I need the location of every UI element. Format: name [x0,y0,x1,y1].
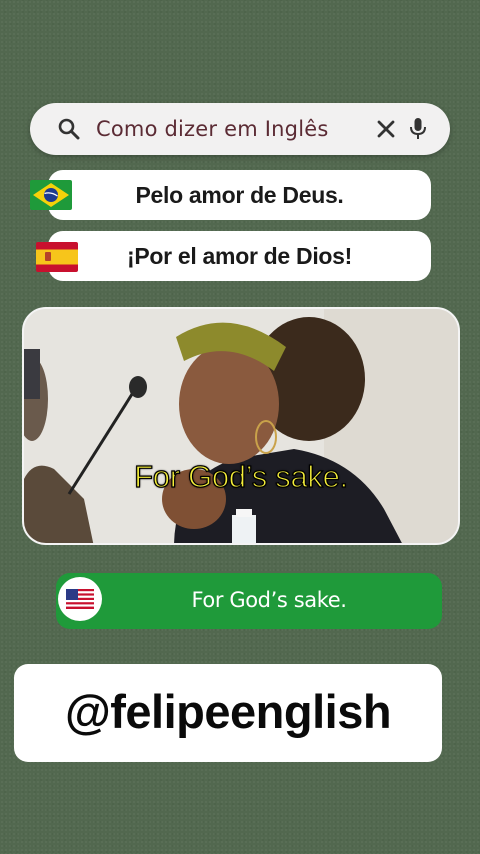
translation-portuguese: Pelo amor de Deus. [48,170,431,220]
app-screen: { "search": { "query": "Como dizer em In… [0,0,480,854]
microphone-icon[interactable] [408,117,428,141]
video-caption: For God’s sake. [134,458,349,494]
search-bar[interactable]: Como dizer em Inglês [30,103,450,155]
search-icon[interactable] [58,118,80,140]
translation-text: ¡Por el amor de Dios! [126,243,353,269]
search-query-text[interactable]: Como dizer em Inglês [96,103,329,155]
english-translation-text: For God’s sake. [191,588,347,612]
creator-handle-card: @felipeenglish [14,664,442,762]
video-frame[interactable]: For God’s sake. [22,307,460,545]
usa-flag-icon [66,589,94,609]
english-translation-bar: For God’s sake. [56,573,442,629]
translation-text: Pelo amor de Deus. [135,182,344,208]
video-scene-image [24,309,458,543]
brazil-flag-icon [30,180,72,210]
translation-spanish: ¡Por el amor de Dios! [48,231,431,281]
close-icon[interactable] [376,119,396,139]
spain-flag-icon [36,242,78,272]
creator-handle: @felipeenglish [64,685,392,738]
